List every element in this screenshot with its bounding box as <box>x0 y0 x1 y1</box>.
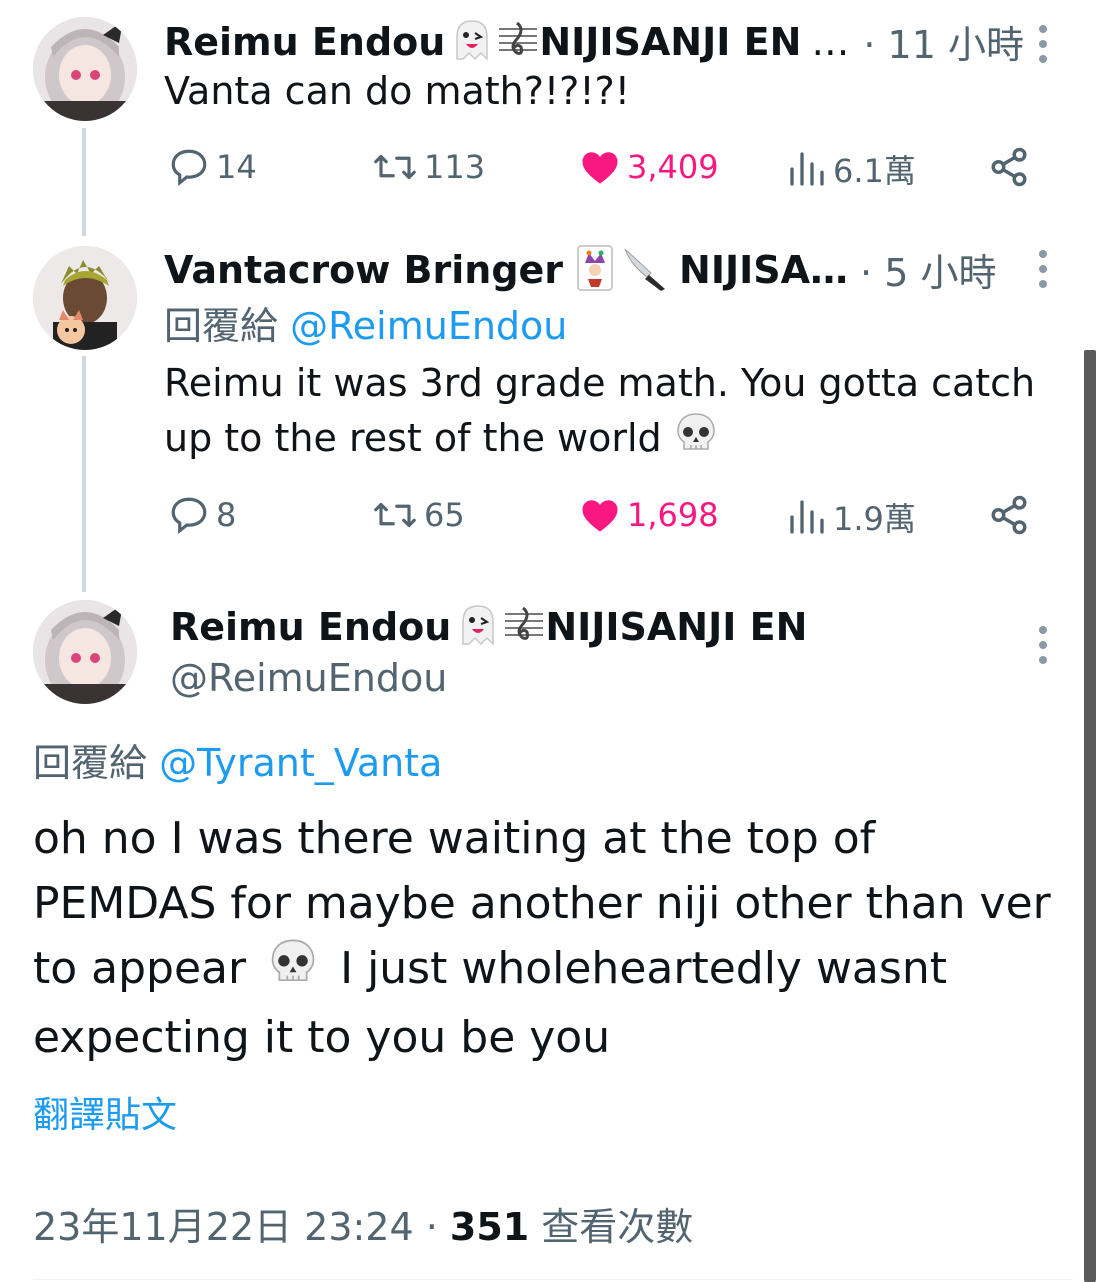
tweet2-header: Vantacrow Bringer NIJISA… · 5 小時 <box>164 242 996 297</box>
share-button[interactable] <box>988 494 1036 536</box>
like-button[interactable]: 3,409 <box>579 146 719 188</box>
like-count: 3,409 <box>627 148 719 186</box>
main-author: Reimu Endou NIJISANJI EN <box>170 604 807 650</box>
main-tweet-meta: 23年11月22日 23:24 · 351 查看次數 <box>33 1196 693 1251</box>
tweet2-author-suffix[interactable]: NIJISA… <box>679 248 848 292</box>
main-reply-context: 回覆給 @Tyrant_Vanta <box>33 732 442 787</box>
thread-line-1 <box>82 128 86 236</box>
retweet-icon <box>374 154 416 180</box>
tweet1-header: Reimu Endou NIJISANJI EN … · 11 小時 <box>164 14 1024 69</box>
retweet-icon <box>374 502 416 528</box>
main-author-name[interactable]: Reimu Endou <box>170 605 451 649</box>
retweet-button[interactable]: 113 <box>372 146 485 188</box>
views-icon <box>790 152 824 186</box>
reply-count: 14 <box>216 148 257 186</box>
reply-icon <box>171 497 207 535</box>
views-button[interactable]: 1.9萬 <box>787 494 916 540</box>
more-icon[interactable] <box>1039 250 1049 295</box>
tweet2-reply-context: 回覆給 @ReimuEndou <box>164 295 567 350</box>
reply-to-link[interactable]: @ReimuEndou <box>290 304 567 348</box>
music-score-emoji <box>495 19 539 65</box>
reply-count: 8 <box>216 496 237 534</box>
avatar-reimu[interactable] <box>33 17 137 121</box>
tweet2-author-name[interactable]: Vantacrow Bringer <box>164 248 563 292</box>
reply-to-link[interactable]: @Tyrant_Vanta <box>159 741 442 785</box>
reply-button[interactable]: 14 <box>168 146 257 188</box>
main-tweet-text: oh no I was there waiting at the top of … <box>33 806 1063 1070</box>
more-icon[interactable] <box>1039 626 1049 671</box>
heart-icon <box>582 500 618 532</box>
avatar-reimu-main[interactable] <box>33 600 137 704</box>
tweet2-text: Reimu it was 3rd grade math. You gotta c… <box>164 361 1036 460</box>
heart-icon <box>582 152 618 184</box>
ghost-emoji <box>457 604 499 650</box>
tweet1-author-name[interactable]: Reimu Endou <box>164 20 445 64</box>
tweet1-text: Vanta can do math?!?!?! <box>164 69 630 113</box>
views-icon <box>790 500 824 534</box>
main-author-handle[interactable]: @ReimuEndou <box>170 656 447 700</box>
retweet-count: 65 <box>424 496 465 534</box>
joker-card-emoji <box>577 244 613 295</box>
views-button[interactable]: 6.1萬 <box>787 146 916 192</box>
more-icon[interactable] <box>1039 25 1049 70</box>
skull-emoji <box>674 411 718 470</box>
like-count: 1,698 <box>627 496 719 534</box>
main-author-suffix[interactable]: NIJISANJI EN <box>545 605 807 649</box>
divider <box>33 1279 1073 1280</box>
ghost-emoji <box>451 19 493 65</box>
scrollbar[interactable] <box>1084 350 1096 1282</box>
avatar-vantacrow[interactable] <box>33 246 137 350</box>
retweet-count: 113 <box>424 148 486 186</box>
tweet1-time[interactable]: · 11 小時 <box>863 14 1024 69</box>
reply-button[interactable]: 8 <box>168 494 236 536</box>
thread-line-2 <box>82 356 86 592</box>
tweet1-author-suffix[interactable]: NIJISANJI EN <box>539 20 801 64</box>
share-icon <box>991 147 1027 187</box>
like-button[interactable]: 1,698 <box>579 494 719 536</box>
view-label: 查看次數 <box>529 1205 694 1249</box>
views-count: 6.1萬 <box>833 152 916 190</box>
view-count: 351 <box>449 1205 530 1249</box>
skull-emoji <box>268 937 318 1005</box>
knife-emoji <box>621 245 669 295</box>
translate-post-link[interactable]: 翻譯貼文 <box>33 1086 177 1138</box>
post-timestamp[interactable]: 23年11月22日 23:24 · <box>33 1205 450 1249</box>
tweet1-ellipsis: … <box>811 19 850 64</box>
tweet2-time[interactable]: · 5 小時 <box>860 242 996 297</box>
music-score-emoji <box>501 604 545 650</box>
share-button[interactable] <box>988 146 1036 188</box>
retweet-button[interactable]: 65 <box>372 494 465 536</box>
reply-icon <box>171 149 207 187</box>
reply-prefix: 回覆給 <box>164 304 279 348</box>
tweet2-text-wrap: Reimu it was 3rd grade math. You gotta c… <box>164 356 1044 470</box>
reply-prefix: 回覆給 <box>33 741 148 785</box>
views-count: 1.9萬 <box>833 500 916 538</box>
share-icon <box>991 495 1027 535</box>
